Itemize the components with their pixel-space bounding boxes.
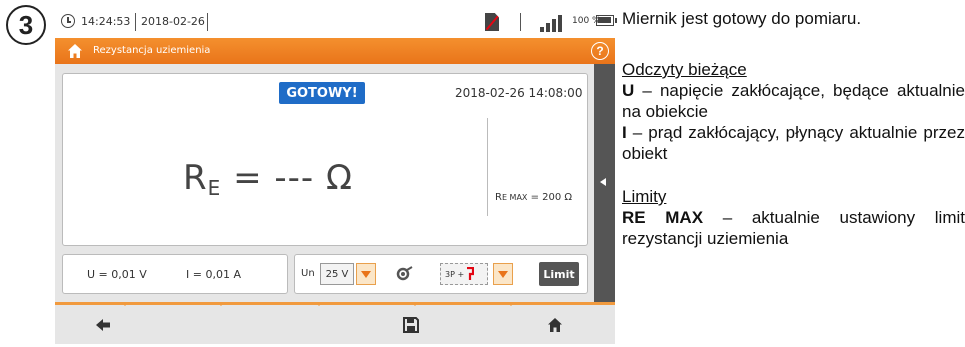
mode-label: 3P + [445, 269, 465, 279]
intro-text: Miernik jest gotowy do pomiaru. [622, 9, 862, 28]
signal-strength-icon [540, 12, 570, 32]
clamp-icon [467, 267, 475, 280]
home-icon [548, 317, 562, 332]
voltage-reading: U = 0,01 V [87, 268, 147, 281]
toolbar-tick [217, 302, 225, 306]
u-description: U – napięcie zakłócające, będące aktualn… [622, 81, 965, 121]
bottom-toolbar [55, 302, 615, 344]
screen-title: Rezystancja uziemienia [93, 45, 211, 56]
current-reading: I = 0,01 A [186, 268, 241, 281]
status-date: 2018-02-26 [141, 15, 205, 28]
measurement-timestamp: 2018-02-26 14:08:00 [455, 86, 583, 100]
limit-button[interactable]: Limit [539, 262, 579, 286]
save-icon [403, 316, 419, 333]
un-voltage-select[interactable]: 25 V [320, 263, 354, 285]
chevron-left-icon [600, 178, 606, 186]
re-result: RE = --- Ω [183, 158, 353, 200]
probe-icon [396, 266, 413, 281]
back-icon [96, 318, 110, 331]
step-number: 3 [6, 5, 46, 45]
re-max-limit: RE MAX = 200 Ω [495, 192, 573, 203]
sd-card-disabled-icon [485, 13, 499, 31]
meter-screen: 14:24:53 2018-02-26 100 % Rezystancja uz… [55, 8, 617, 344]
re-max-description: RE MAX – aktualnie ustawiony limit rezys… [622, 208, 965, 248]
home-icon[interactable] [67, 43, 83, 59]
help-icon[interactable]: ? [591, 42, 609, 60]
toolbar-tick [315, 302, 323, 306]
battery-icon [596, 15, 617, 26]
save-button[interactable] [363, 305, 459, 344]
status-divider [207, 13, 208, 31]
readings-heading: Odczyty bieżące [622, 60, 747, 79]
status-bar: 14:24:53 2018-02-26 100 % [55, 8, 617, 38]
i-description: I – prąd zakłócający, płynący aktualnie … [622, 123, 965, 163]
status-badge: GOTOWY! [279, 82, 365, 104]
title-bar: Rezystancja uziemienia ? [55, 38, 615, 64]
limits-heading: Limity [622, 187, 667, 206]
status-divider [520, 13, 521, 31]
measurement-area: GOTOWY! 2018-02-26 14:08:00 RE = --- Ω R… [55, 64, 615, 302]
current-readings: U = 0,01 V I = 0,01 A [62, 254, 288, 294]
status-divider [135, 13, 136, 31]
home-button[interactable] [507, 305, 603, 344]
side-panel-toggle[interactable] [594, 64, 615, 302]
back-button[interactable] [55, 305, 151, 344]
settings-panel: Un 25 V 3P + Limit [294, 254, 588, 294]
mode-dropdown-button[interactable] [493, 263, 513, 285]
clock-icon [61, 14, 75, 28]
status-time: 14:24:53 [81, 15, 131, 28]
un-label: Un [301, 268, 315, 279]
result-divider [487, 118, 488, 216]
result-panel: GOTOWY! 2018-02-26 14:08:00 RE = --- Ω R… [62, 73, 588, 246]
un-dropdown-button[interactable] [356, 263, 376, 285]
measurement-mode-select[interactable]: 3P + [440, 263, 488, 285]
manual-description: Miernik jest gotowy do pomiaru. Odczyty … [622, 0, 965, 249]
